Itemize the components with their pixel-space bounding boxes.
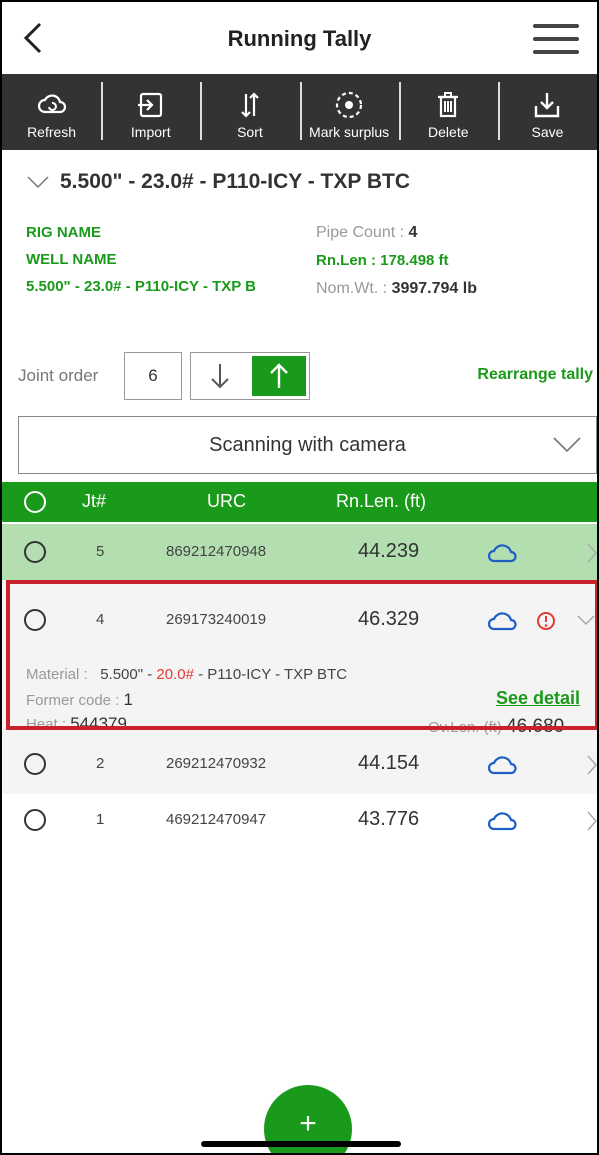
header-urc: URC [207,491,246,511]
row-radio[interactable] [24,753,46,775]
row-radio[interactable] [24,809,46,831]
row-urc: 869212470948 [166,543,267,560]
save-button[interactable]: Save [497,74,597,150]
pipe-count-label: Pipe Count : [316,224,405,241]
row-rn-len: 44.154 [358,752,420,774]
pipe-info-right: Pipe Count : 4 Rn.Len : 178.498 ft Nom.W… [316,219,477,303]
pipe-title: 5.500" - 23.0# - P110-ICY - TXP BTC [60,170,411,193]
mark-surplus-label: Mark surplus [309,124,390,140]
selected-row-highlight [6,580,597,730]
pipe-count-value: 4 [408,224,418,241]
refresh-button[interactable]: Refresh [2,74,101,150]
refresh-label: Refresh [27,124,77,140]
row-rn-len: 43.776 [358,808,420,830]
home-indicator [201,1141,401,1147]
mark-surplus-icon [335,91,363,119]
table-row[interactable]: 1 469212470947 43.776 [2,792,597,848]
app-header: Running Tally [2,2,597,74]
table-row[interactable]: 5 869212470948 44.239 [2,524,597,580]
row-urc: 469212470947 [166,811,267,828]
well-name: WELL NAME [26,251,117,268]
page-title: Running Tally [227,26,372,51]
order-direction-toggle [190,352,310,400]
import-icon [137,92,162,118]
mark-surplus-button[interactable]: Mark surplus [299,74,399,150]
row-jt: 2 [96,755,105,772]
save-icon [535,93,560,118]
rearrange-tally-link[interactable]: Rearrange tally [477,366,593,384]
sort-icon [241,92,259,118]
refresh-cloud-icon [37,94,66,114]
cloud-icon [487,812,517,831]
header-rn-len: Rn.Len. (ft) [336,491,427,511]
row-jt: 5 [96,543,105,560]
pipe-group-header[interactable]: 5.500" - 23.0# - P110-ICY - TXP BTC [26,170,410,194]
row-jt: 1 [96,811,105,828]
trash-icon [438,92,459,118]
pipe-count-row: Pipe Count : 4 [316,219,477,247]
rig-name: RIG NAME [26,224,101,241]
chevron-down-icon [27,176,49,189]
toolbar: Refresh Import Sort Mark surplus Delete … [2,74,597,150]
nom-wt-value: 3997.794 lb [391,280,477,297]
pipe-info-left: RIG NAME WELL NAME 5.500" - 23.0# - P110… [26,219,256,300]
chevron-down-icon [553,437,581,453]
scan-mode-label: Scanning with camera [209,433,406,456]
save-label: Save [531,124,564,140]
hamburger-menu-icon[interactable] [533,24,579,54]
cloud-icon [487,756,517,775]
row-radio[interactable] [24,541,46,563]
pipe-material: 5.500" - 23.0# - P110-ICY - TXP B [26,278,257,295]
select-all-radio[interactable] [24,491,46,513]
chevron-right-icon[interactable] [586,542,598,564]
import-label: Import [130,124,171,140]
nom-wt-label: Nom.Wt. : [316,280,388,297]
sort-label: Sort [237,124,263,140]
delete-label: Delete [428,124,469,140]
joint-order-input[interactable]: 6 [124,352,182,400]
delete-button[interactable]: Delete [398,74,498,150]
arrow-up-icon [270,363,288,388]
chevron-right-icon[interactable] [586,754,598,776]
cloud-icon [487,544,517,563]
nom-wt-row: Nom.Wt. : 3997.794 lb [316,275,477,303]
table-row[interactable]: 2 269212470932 44.154 [2,736,597,792]
row-urc: 269212470932 [166,755,267,772]
order-ascending-button[interactable] [252,356,306,396]
header-jt: Jt# [82,491,107,511]
scan-mode-select[interactable]: Scanning with camera [18,416,597,474]
tally-table-header: Jt# URC Rn.Len. (ft) [2,482,597,522]
import-button[interactable]: Import [101,74,200,150]
rn-len: Rn.Len : 178.498 ft [316,252,449,269]
joint-order-label: Joint order [18,366,99,385]
app-screen: Running Tally Refresh Import Sort Mark s… [0,0,599,1155]
row-rn-len: 44.239 [358,540,420,562]
sort-button[interactable]: Sort [200,74,299,150]
order-descending-button[interactable] [191,353,249,399]
chevron-right-icon[interactable] [586,810,598,832]
arrow-down-icon [211,364,229,389]
